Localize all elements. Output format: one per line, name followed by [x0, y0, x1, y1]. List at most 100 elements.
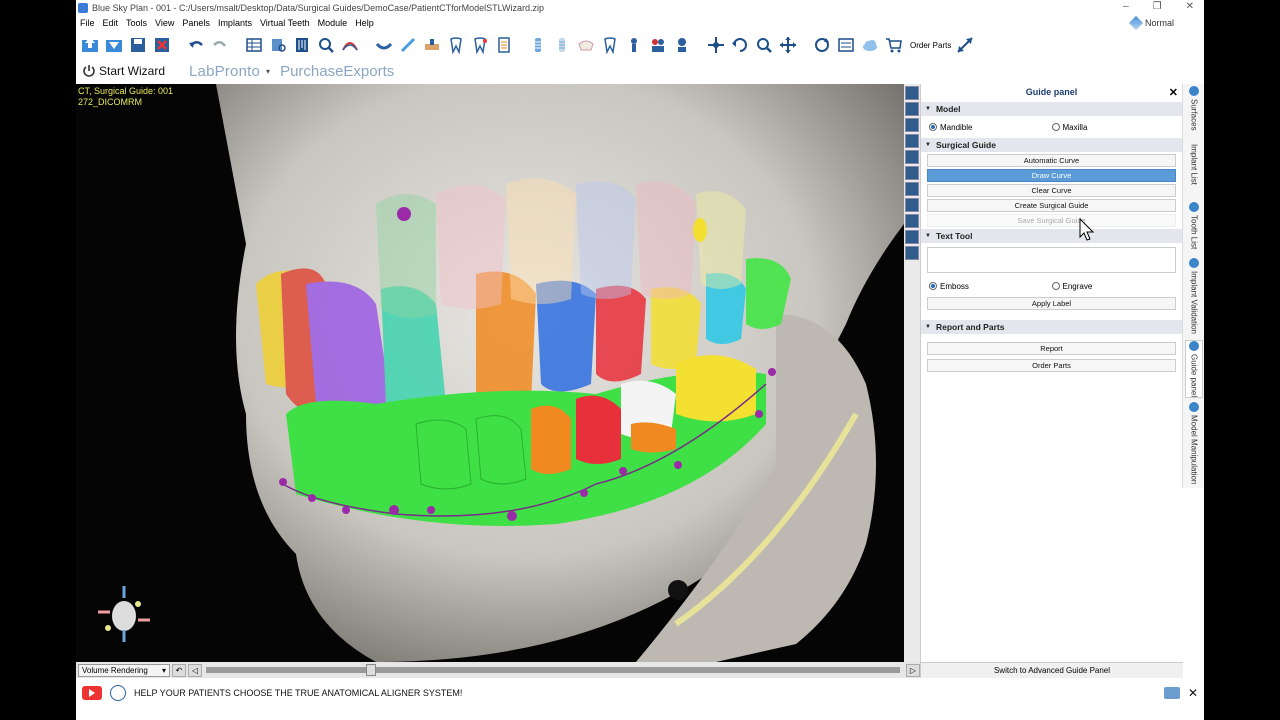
- text-tool-section-header[interactable]: ▼ Text Tool: [921, 229, 1182, 243]
- draw-curve-button[interactable]: Draw Curve: [927, 169, 1176, 182]
- rotate-icon[interactable]: [730, 35, 750, 55]
- slice-slider[interactable]: [206, 664, 900, 676]
- tab-implant-validation[interactable]: Implant Validation: [1185, 258, 1203, 334]
- tooth-icon[interactable]: [446, 35, 466, 55]
- notification-text[interactable]: HELP YOUR PATIENTS CHOOSE THE TRUE ANATO…: [134, 688, 462, 698]
- tool-gear-icon[interactable]: [905, 230, 919, 244]
- redo-icon[interactable]: [210, 35, 230, 55]
- tool-cross-icon[interactable]: [905, 102, 919, 116]
- search-icon[interactable]: [316, 35, 336, 55]
- arrow-up-icon[interactable]: [80, 35, 100, 55]
- tab-model-manipulation[interactable]: Model Manipulation: [1185, 402, 1203, 484]
- tool-face-icon[interactable]: [905, 150, 919, 164]
- pin-icon[interactable]: [470, 35, 490, 55]
- undo-slider-icon[interactable]: ↶: [172, 663, 186, 677]
- clear-curve-button[interactable]: Clear Curve: [927, 184, 1176, 197]
- expand-icon[interactable]: [955, 35, 975, 55]
- tab-tooth-list[interactable]: Tooth List: [1185, 202, 1203, 249]
- create-surgical-guide-button[interactable]: Create Surgical Guide: [927, 199, 1176, 212]
- zoom-icon[interactable]: [754, 35, 774, 55]
- mode-selector[interactable]: Normal: [1128, 15, 1174, 31]
- start-wizard-button[interactable]: Start Wizard: [82, 64, 165, 78]
- maxilla-radio[interactable]: Maxilla: [1051, 123, 1175, 132]
- surgical-guide-section-header[interactable]: ▼ Surgical Guide: [921, 138, 1182, 152]
- youtube-icon[interactable]: [82, 686, 102, 700]
- tab-guide-panel[interactable]: Guide panel: [1185, 340, 1203, 399]
- report-parts-section-header[interactable]: ▼ Report and Parts: [921, 320, 1182, 334]
- save-surgical-guide-button[interactable]: Save Surgical Guide: [927, 214, 1176, 227]
- tool-tooth-icon[interactable]: [905, 118, 919, 132]
- tool-text-icon[interactable]: [905, 182, 919, 196]
- menu-help[interactable]: Help: [355, 18, 374, 28]
- order-parts-toolbar-label[interactable]: Order Parts: [910, 41, 951, 50]
- tool-layers-icon[interactable]: [905, 246, 919, 260]
- nerve-icon[interactable]: [340, 35, 360, 55]
- menu-edit[interactable]: Edit: [103, 18, 119, 28]
- tooth2-icon[interactable]: [600, 35, 620, 55]
- automatic-curve-button[interactable]: Automatic Curve: [927, 154, 1176, 167]
- menu-module[interactable]: Module: [318, 18, 348, 28]
- refresh-icon[interactable]: [812, 35, 832, 55]
- advanced-guide-panel-button[interactable]: Switch to Advanced Guide Panel: [921, 662, 1183, 678]
- cart-icon[interactable]: [884, 35, 904, 55]
- menu-tools[interactable]: Tools: [126, 18, 147, 28]
- tool-target-icon[interactable]: [905, 166, 919, 180]
- undo-icon[interactable]: [186, 35, 206, 55]
- 3d-viewport[interactable]: CT, Surgical Guide: 001 272_DICOMRM: [76, 84, 904, 662]
- close-window-button[interactable]: ✕: [1186, 1, 1194, 12]
- move-icon[interactable]: [706, 35, 726, 55]
- book-icon[interactable]: [268, 35, 288, 55]
- render-mode-select[interactable]: Volume Rendering ▾: [78, 663, 170, 677]
- restore-button[interactable]: ❐: [1153, 1, 1162, 12]
- notification-settings-icon[interactable]: [1164, 687, 1180, 699]
- engrave-radio[interactable]: Engrave: [1051, 282, 1175, 291]
- ruler2-icon[interactable]: [374, 35, 394, 55]
- minimize-button[interactable]: –: [1123, 1, 1129, 12]
- order-parts-button[interactable]: Order Parts: [927, 359, 1176, 372]
- report-button[interactable]: Report: [927, 342, 1176, 355]
- tab-implant-list[interactable]: Implant List: [1185, 144, 1203, 185]
- tool-jaw-icon[interactable]: [905, 134, 919, 148]
- menu-panels[interactable]: Panels: [182, 18, 210, 28]
- globe-icon[interactable]: [110, 685, 126, 701]
- close-red-icon[interactable]: [152, 35, 172, 55]
- emboss-radio[interactable]: Emboss: [929, 282, 1052, 291]
- grid-icon[interactable]: [244, 35, 264, 55]
- apply-label-button[interactable]: Apply Label: [927, 297, 1176, 310]
- person-icon[interactable]: [672, 35, 692, 55]
- notification-close-button[interactable]: ✕: [1188, 686, 1198, 700]
- orientation-head-icon[interactable]: [94, 584, 154, 644]
- labpronto-link[interactable]: LabPronto: [189, 63, 260, 80]
- arrow-down-icon[interactable]: [104, 35, 124, 55]
- people-icon[interactable]: [648, 35, 668, 55]
- save-icon[interactable]: [128, 35, 148, 55]
- label-text-input[interactable]: [927, 247, 1176, 273]
- implant-icon[interactable]: [528, 35, 548, 55]
- menu-virtual-teeth[interactable]: Virtual Teeth: [260, 18, 310, 28]
- tool-grid-icon[interactable]: [905, 198, 919, 212]
- tool-measure-icon[interactable]: [905, 214, 919, 228]
- tool-select-icon[interactable]: [905, 86, 919, 100]
- crown-icon[interactable]: [576, 35, 596, 55]
- list-icon[interactable]: [494, 35, 514, 55]
- slider-left-icon[interactable]: ◁: [188, 663, 202, 677]
- purchase-exports-link[interactable]: PurchaseExports: [280, 63, 394, 80]
- slider-right-icon[interactable]: ▷: [906, 663, 920, 677]
- pan-icon[interactable]: [778, 35, 798, 55]
- implant2-icon[interactable]: [552, 35, 572, 55]
- menu-implants[interactable]: Implants: [218, 18, 252, 28]
- scalpel-icon[interactable]: [398, 35, 418, 55]
- ruler-icon[interactable]: [292, 35, 312, 55]
- cloud-icon[interactable]: [860, 35, 880, 55]
- mandible-radio[interactable]: Mandible: [929, 123, 1052, 132]
- guide-panel-close-button[interactable]: ✕: [1169, 86, 1178, 99]
- menu-file[interactable]: File: [80, 18, 95, 28]
- bone-icon[interactable]: [422, 35, 442, 55]
- tab-surfaces[interactable]: Surfaces: [1185, 86, 1203, 131]
- model-section-header[interactable]: ▼ Model: [921, 102, 1182, 116]
- labpronto-dropdown-icon[interactable]: ▾: [266, 67, 270, 76]
- slice-slider-thumb[interactable]: [365, 664, 376, 676]
- menu-view[interactable]: View: [155, 18, 174, 28]
- screw-icon[interactable]: [624, 35, 644, 55]
- fit-icon[interactable]: [836, 35, 856, 55]
